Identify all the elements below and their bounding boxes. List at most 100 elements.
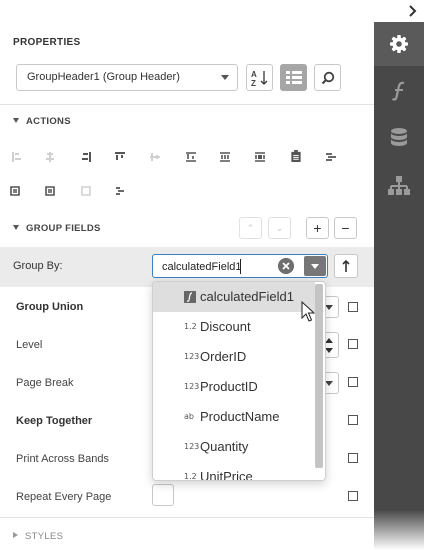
level-checkbox[interactable] [348,339,358,349]
panel-title: PROPERTIES [13,37,81,48]
section-group-fields[interactable]: GROUP FIELDS [13,223,101,234]
property-level: Level [16,339,43,351]
bring-to-front-icon[interactable] [9,185,21,197]
dropdown-item-label: OrderID [200,349,247,364]
group-by-dropdown: calculatedField1 1.2 Discount 123 OrderI… [152,281,326,481]
dropdown-item-orderid[interactable]: 123 OrderID [153,342,315,372]
group-by-label: Group By: [13,260,63,272]
align-lefts-icon[interactable] [11,151,23,163]
align-bottoms-icon[interactable] [185,151,197,163]
repeat-every-page-editor[interactable] [152,484,174,506]
chevron-down-icon [325,305,333,310]
integer-type-icon: 123 [184,352,200,361]
repeat-every-page-checkbox[interactable] [348,491,358,501]
add-group-field-button[interactable]: + [306,217,329,239]
dropdown-toggle-button[interactable] [304,256,326,276]
group-by-input[interactable]: calculatedField1 [152,254,328,278]
tab-properties[interactable] [374,22,424,66]
dropdown-item-label: ProductName [200,409,280,424]
divider [0,517,374,518]
tab-report-explorer[interactable] [374,164,424,208]
collapse-triangle-icon [13,118,19,123]
categorized-view-button[interactable] [280,64,307,91]
property-keep-together: Keep Together [16,415,93,427]
integer-type-icon: 123 [184,442,200,451]
categorized-view-icon [285,70,302,84]
float-type-icon: 1.2 [184,472,197,481]
group-by-value: calculatedField1 [162,261,242,273]
svg-text:Z: Z [251,79,256,87]
search-button[interactable] [314,64,341,91]
clipboard-icon[interactable] [290,150,302,162]
send-to-back-icon[interactable] [44,185,56,197]
svg-text:A: A [251,70,257,79]
property-print-across-bands: Print Across Bands [16,453,109,465]
dropdown-scrollbar[interactable] [315,284,323,468]
align-centers-icon[interactable] [44,151,56,163]
dropdown-item-discount[interactable]: 1.2 Discount [153,312,315,342]
tab-expressions[interactable] [374,69,424,113]
center-vertically-icon[interactable] [114,185,126,197]
dropdown-item-productname[interactable]: ab ProductName [153,402,315,432]
object-selector[interactable]: GroupHeader1 (Group Header) [16,64,238,91]
sort-alphabetical-icon: A Z [251,70,267,87]
properties-panel: PROPERTIES GroupHeader1 (Group Header) A… [0,0,374,550]
report-explorer-icon [388,176,410,195]
move-up-label: ⌃ [246,222,255,233]
print-across-bands-checkbox[interactable] [348,453,358,463]
dropdown-item-label: ProductID [200,379,258,394]
align-left-to-grid-icon[interactable] [325,151,337,163]
tab-field-list[interactable] [374,116,424,160]
section-styles[interactable]: STYLES [13,531,63,542]
remove-label: − [341,220,350,236]
dropdown-item-label: UnitPrice [200,469,253,481]
move-down-label: ⌄ [275,222,284,233]
section-group-fields-label: GROUP FIELDS [26,223,101,234]
align-middles-icon[interactable] [149,151,161,163]
group-union-checkbox[interactable] [348,302,358,312]
sort-alphabetical-button[interactable]: A Z [246,64,273,91]
divider [0,104,374,105]
arrow-up-icon [342,259,350,272]
dropdown-item-label: Discount [200,319,251,334]
spin-down-icon[interactable] [325,348,333,353]
object-selector-value: GroupHeader1 (Group Header) [27,71,180,83]
integer-type-icon: 123 [184,382,200,391]
chevron-right-icon[interactable] [407,3,419,19]
keep-together-checkbox[interactable] [348,415,358,425]
dropdown-item-quantity[interactable]: 123 Quantity [153,432,315,462]
section-styles-label: STYLES [25,531,64,542]
property-page-break: Page Break [16,377,74,389]
sort-order-button[interactable] [334,254,358,278]
spin-up-icon[interactable] [325,338,333,343]
align-to-grid-icon[interactable] [219,151,231,163]
align-tops-icon[interactable] [114,151,126,163]
property-group-union: Group Union [16,301,84,313]
float-type-icon: 1.2 [184,322,197,331]
dropdown-item-label: Quantity [200,439,249,454]
collapse-triangle-icon [13,225,19,230]
move-down-button[interactable]: ⌄ [268,217,291,239]
dropdown-item-productid[interactable]: 123 ProductID [153,372,315,402]
side-tab-bar-header [374,0,424,23]
section-actions[interactable]: ACTIONS [13,116,71,127]
dropdown-item-calculatedfield1[interactable]: calculatedField1 [153,282,315,312]
text-caret [240,259,241,274]
string-type-icon: ab [184,412,194,421]
size-to-grid-icon[interactable] [254,151,266,163]
dropdown-item-label: calculatedField1 [200,289,294,304]
mouse-pointer-icon [301,301,315,322]
clear-icon[interactable] [278,258,294,274]
remove-group-field-button[interactable]: − [334,217,357,239]
align-rights-icon[interactable] [80,151,92,163]
dropdown-item-unitprice[interactable]: 1.2 UnitPrice [153,462,315,481]
page-break-checkbox[interactable] [348,377,358,387]
side-bar-fade [374,510,424,550]
center-horizontally-icon[interactable] [80,185,92,197]
add-label: + [313,220,322,236]
move-up-button[interactable]: ⌃ [239,217,262,239]
side-tab-bar [374,0,424,550]
search-icon [321,71,334,84]
calculated-field-icon [184,291,196,303]
chevron-down-icon [325,381,333,386]
